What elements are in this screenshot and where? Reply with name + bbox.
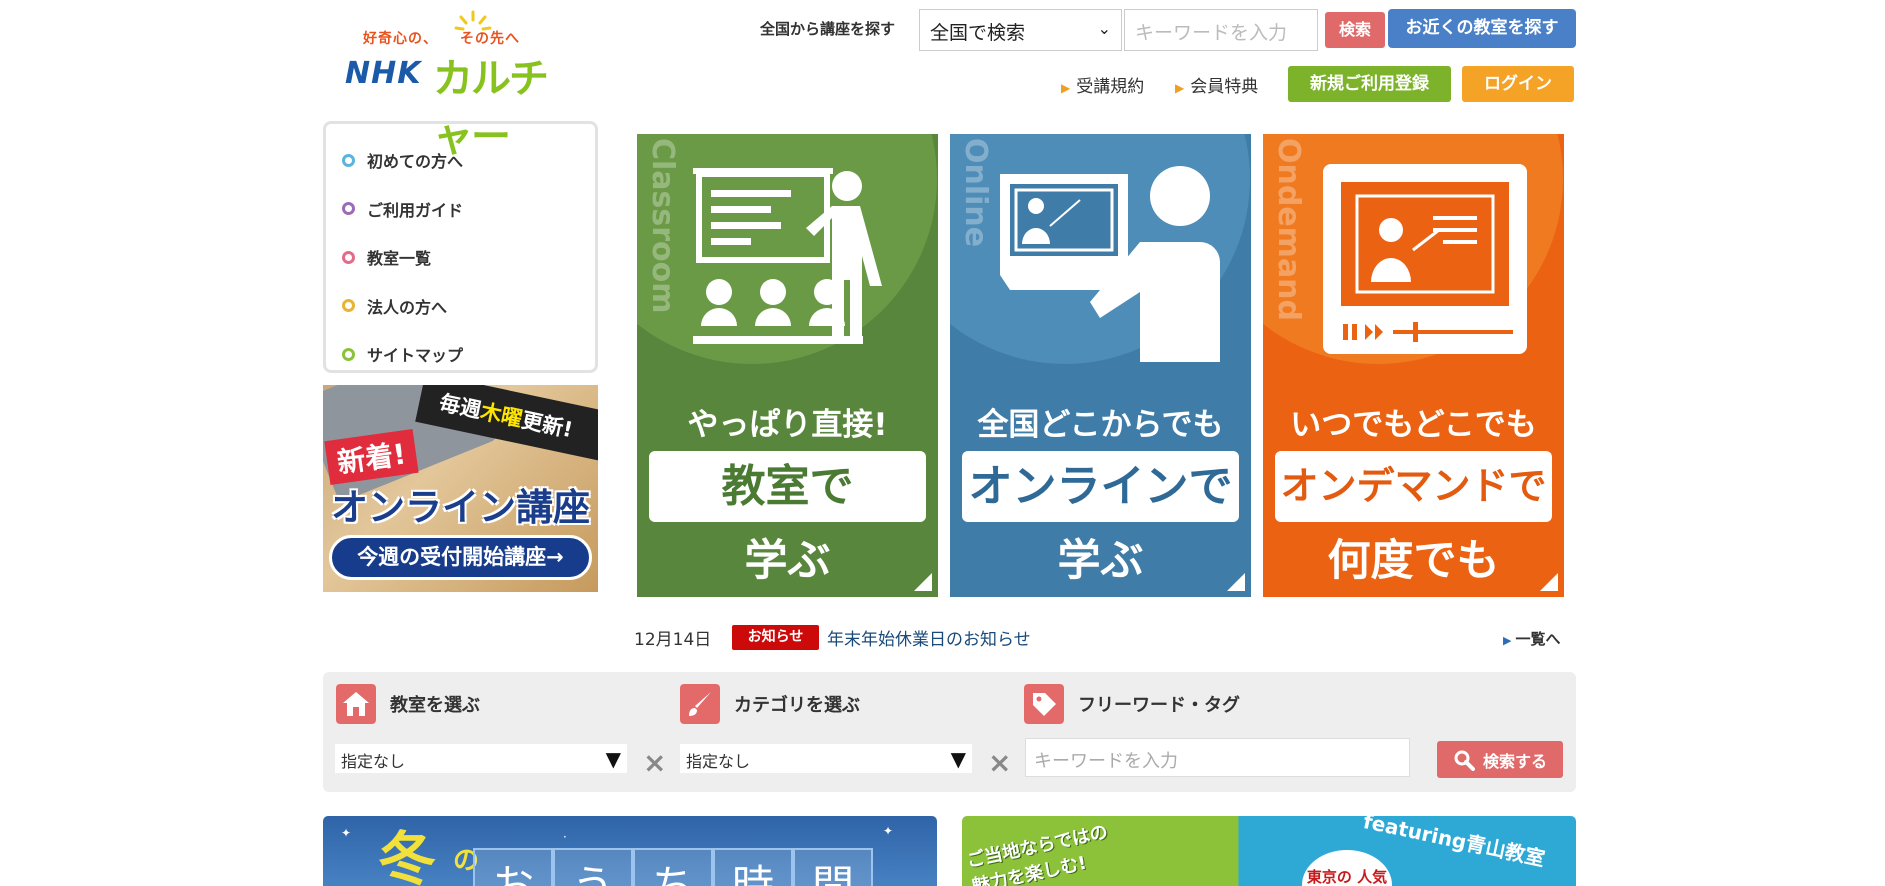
local-banner-text: ご当地ならではの 魅力を楽しむ!: [964, 821, 1110, 886]
corner-arrow-icon: [1227, 573, 1245, 591]
keyword-input[interactable]: キーワードを入力: [1124, 9, 1318, 51]
winter-box-char: ち: [633, 848, 713, 886]
tile-vertical-label: Classroom: [645, 138, 680, 314]
tile-box-label: オンラインで: [962, 451, 1239, 522]
search-label: 全国から講座を探す: [760, 20, 896, 38]
tile-vertical-label: Ondemand: [1271, 138, 1306, 322]
classroom-teacher-icon: [693, 168, 882, 344]
register-button[interactable]: 新規ご利用登録: [1288, 66, 1451, 102]
winter-box-char: 時: [713, 848, 793, 886]
winter-home-time-banner[interactable]: ✦ ✦ · 冬 の お う ち 時 間: [323, 816, 937, 886]
tile-line1: 全国どこからでも: [977, 407, 1224, 443]
online-lesson-icon: [1000, 166, 1220, 362]
circle-bullet-icon: [342, 347, 355, 361]
search-courses-button[interactable]: 検索する: [1437, 741, 1563, 778]
tile-line1: いつでもどこでも: [1290, 407, 1537, 443]
triangle-right-icon: ▶: [1061, 81, 1071, 95]
triangle-right-icon: ▶: [1503, 634, 1512, 647]
region-select-value: 全国で検索: [930, 22, 1026, 44]
search-button[interactable]: 検索: [1325, 12, 1385, 48]
logo-nhk: NHK: [345, 56, 422, 91]
local-featuring-banner[interactable]: ご当地ならではの魅力を楽しむ! 東京の 人気講座を featuring青山教室: [962, 816, 1576, 886]
tile-line3: 学ぶ: [1057, 536, 1144, 586]
star-icon: ·: [563, 830, 567, 844]
tile-classroom[interactable]: Classroom やっぱり直接! 教室で 学ぶ: [637, 134, 938, 597]
news-list-link[interactable]: ▶ 一覧へ: [1503, 628, 1560, 649]
tile-vertical-label: Online: [958, 138, 993, 248]
news-date: 12月14日: [634, 630, 712, 650]
corner-arrow-icon: [1540, 573, 1558, 591]
magnifier-icon: [1454, 750, 1475, 771]
tokyo-popular-badge: 東京の 人気講座を: [1302, 850, 1392, 886]
clear-category-icon[interactable]: ×: [988, 746, 1011, 779]
circle-bullet-icon: [342, 250, 355, 264]
corner-arrow-icon: [914, 573, 932, 591]
brush-icon: [680, 684, 720, 724]
logo-tagline: 好奇心の、 その先へ: [363, 31, 520, 47]
side-menu-item-classrooms[interactable]: 教室一覧: [342, 233, 579, 282]
side-menu-item-guide[interactable]: ご利用ガイド: [342, 185, 579, 234]
tile-online[interactable]: Online 全国どこからでも オンラインで 学ぶ: [950, 134, 1251, 597]
freeword-heading: フリーワード・タグ: [1024, 684, 1240, 724]
login-button[interactable]: ログイン: [1462, 66, 1574, 102]
side-menu-item-first-time[interactable]: 初めての方へ: [342, 136, 579, 185]
online-courses-banner[interactable]: 毎週木曜更新! 新着! オンライン講座 今週の受付開始講座→: [323, 385, 598, 592]
classroom-select-value: 指定なし: [341, 752, 406, 771]
course-search-panel: 教室を選ぶ カテゴリを選ぶ フリーワード・タグ 指定なし ▼ × 指定なし ▼ …: [323, 672, 1576, 792]
side-menu-item-sitemap[interactable]: サイトマップ: [342, 330, 579, 379]
dropdown-arrow-icon: ▼: [950, 747, 966, 771]
freeword-input[interactable]: キーワードを入力: [1025, 738, 1410, 777]
chevron-down-icon: ⌄: [1097, 19, 1111, 38]
clear-classroom-icon[interactable]: ×: [643, 746, 666, 779]
winter-box-char: う: [553, 848, 633, 886]
category-select[interactable]: 指定なし ▼: [680, 744, 972, 773]
house-icon: [336, 684, 376, 724]
tile-box-label: オンデマンドで: [1275, 451, 1552, 522]
side-menu: 初めての方へ ご利用ガイド 教室一覧 法人の方へ サイトマップ: [323, 121, 598, 373]
region-select[interactable]: 全国で検索 ⌄: [919, 9, 1122, 51]
circle-bullet-icon: [342, 153, 355, 167]
online-banner-title: オンライン講座: [331, 486, 590, 529]
tile-box-label: 教室で: [649, 451, 926, 522]
terms-link[interactable]: ▶ 受講規約: [1061, 72, 1144, 97]
winter-char: 冬: [378, 825, 437, 886]
news-badge: お知らせ: [732, 625, 819, 650]
star-icon: ✦: [341, 826, 352, 840]
tile-ondemand[interactable]: Ondemand いつでもどこでも オンデマンドで 何度でも: [1263, 134, 1564, 597]
star-icon: ✦: [883, 824, 894, 838]
side-menu-item-corporate[interactable]: 法人の方へ: [342, 282, 579, 331]
triangle-right-icon: ▶: [1175, 81, 1185, 95]
page: 好奇心の、 その先へ NHK カルチャー 全国から講座を探す 全国で検索 ⌄ キー…: [323, 0, 1576, 886]
classroom-select[interactable]: 指定なし ▼: [335, 744, 627, 773]
nhk-culture-logo[interactable]: 好奇心の、 その先へ NHK カルチャー: [333, 4, 558, 160]
circle-bullet-icon: [342, 299, 355, 313]
winter-box-char: お: [473, 848, 553, 886]
video-player-icon: [1323, 164, 1527, 354]
featuring-aoyama-text: featuring青山教室: [1361, 816, 1548, 871]
news-title-link[interactable]: 年末年始休業日のお知らせ: [827, 625, 1031, 650]
dropdown-arrow-icon: ▼: [605, 747, 621, 771]
category-select-heading: カテゴリを選ぶ: [680, 684, 860, 724]
classroom-select-heading: 教室を選ぶ: [336, 684, 480, 724]
tile-line1: やっぱり直接!: [687, 407, 888, 443]
tag-icon: [1024, 684, 1064, 724]
nearby-classroom-button[interactable]: お近くの教室を探す: [1388, 9, 1576, 48]
category-select-value: 指定なし: [686, 752, 751, 771]
this-week-courses-pill: 今週の受付開始講座→: [329, 535, 592, 580]
member-benefits-link[interactable]: ▶ 会員特典: [1175, 72, 1258, 97]
tile-line3: 学ぶ: [744, 536, 831, 586]
circle-bullet-icon: [342, 202, 355, 216]
tile-line3: 何度でも: [1327, 536, 1500, 586]
winter-box-char: 間: [793, 848, 873, 886]
